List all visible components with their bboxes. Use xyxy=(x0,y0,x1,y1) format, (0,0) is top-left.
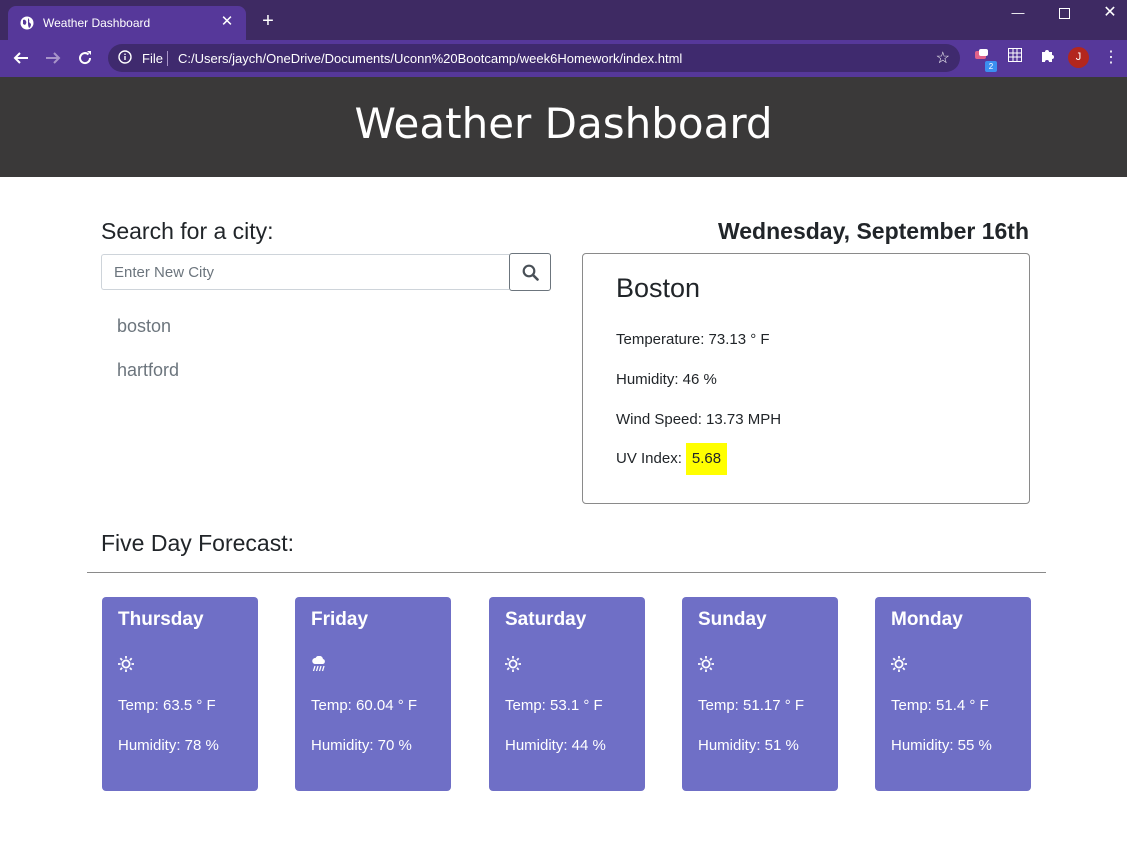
extension-badge: 2 xyxy=(985,61,997,72)
forward-button[interactable] xyxy=(40,45,66,71)
forecast-temp: Temp: 51.17 ° F xyxy=(698,697,805,714)
current-date: Wednesday, September 16th xyxy=(717,218,1029,244)
uv-index-badge: 5.68 xyxy=(685,443,728,475)
maximize-icon xyxy=(1058,8,1070,19)
forecast-card-sunday: Sunday Temp: 51.17 ° F Humidity: 51 % xyxy=(682,597,838,791)
reload-icon xyxy=(79,51,92,65)
back-arrow-icon xyxy=(13,52,28,64)
browser-tab-strip: Weather Dashboard ✕ + — ✕ xyxy=(0,0,1127,40)
rain-icon xyxy=(312,656,325,672)
forecast-divider xyxy=(87,572,1046,573)
forecast-day: Sunday xyxy=(698,609,767,630)
address-bar[interactable]: File C:/Users/jaych/OneDrive/Documents/U… xyxy=(108,44,960,72)
browser-toolbar: File C:/Users/jaych/OneDrive/Documents/U… xyxy=(0,40,1127,77)
forecast-card-monday: Monday Temp: 51.4 ° F Humidity: 55 % xyxy=(875,597,1031,791)
forecast-temp: Temp: 51.4 ° F xyxy=(891,697,989,714)
browser-tab[interactable]: Weather Dashboard ✕ xyxy=(8,6,246,40)
city-search-input[interactable] xyxy=(101,254,509,290)
forecast-day: Friday xyxy=(311,609,369,630)
close-tab-icon[interactable]: ✕ xyxy=(216,11,238,33)
page-header: Weather Dashboard xyxy=(0,77,1127,177)
current-temperature: Temperature: 73.13 ° F xyxy=(616,331,770,348)
new-tab-button[interactable]: + xyxy=(257,10,279,32)
sun-icon xyxy=(891,656,907,672)
profile-avatar[interactable]: J xyxy=(1068,47,1089,68)
forecast-humidity: Humidity: 44 % xyxy=(505,737,606,754)
forecast-temp: Temp: 60.04 ° F xyxy=(311,697,418,714)
forecast-day: Thursday xyxy=(118,609,204,630)
forward-arrow-icon xyxy=(46,52,61,64)
back-button[interactable] xyxy=(8,45,34,71)
maximize-button[interactable] xyxy=(1041,0,1087,28)
browser-menu-icon[interactable]: ⋮ xyxy=(1101,47,1121,69)
sun-icon xyxy=(118,656,134,672)
search-history-item-hartford[interactable]: hartford xyxy=(117,360,179,381)
sun-icon xyxy=(698,656,714,672)
current-wind-speed: Wind Speed: 13.73 MPH xyxy=(616,411,782,428)
current-uv: UV Index: 5.68 xyxy=(616,443,728,475)
uv-label: UV Index: xyxy=(616,449,682,467)
close-window-button[interactable]: ✕ xyxy=(1087,0,1127,28)
forecast-temp: Temp: 53.1 ° F xyxy=(505,697,603,714)
minimize-button[interactable]: — xyxy=(995,0,1041,28)
forecast-humidity: Humidity: 78 % xyxy=(118,737,219,754)
tab-title: Weather Dashboard xyxy=(43,16,151,30)
search-history-item-boston[interactable]: boston xyxy=(117,316,171,337)
puzzle-icon xyxy=(1041,50,1054,62)
extensions-menu-button[interactable] xyxy=(1037,48,1057,68)
search-button[interactable] xyxy=(509,253,551,291)
globe-icon xyxy=(20,16,34,30)
current-humidity: Humidity: 46 % xyxy=(616,371,717,388)
forecast-day: Saturday xyxy=(505,609,587,630)
forecast-humidity: Humidity: 70 % xyxy=(311,737,412,754)
grid-extension-button[interactable] xyxy=(1005,48,1025,68)
extension-icon xyxy=(975,49,988,59)
sun-icon xyxy=(505,656,521,672)
grid-icon xyxy=(1008,48,1022,62)
page-title: Weather Dashboard xyxy=(354,99,773,148)
search-label: Search for a city: xyxy=(101,218,274,244)
forecast-card-saturday: Saturday Temp: 53.1 ° F Humidity: 44 % xyxy=(489,597,645,791)
address-divider xyxy=(167,51,168,66)
forecast-card-friday: Friday Temp: 60.04 ° F Humidity: 70 % xyxy=(295,597,451,791)
forecast-day: Monday xyxy=(891,609,963,630)
bookmark-star-icon[interactable]: ☆ xyxy=(936,48,950,68)
search-icon xyxy=(522,264,539,281)
forecast-title: Five Day Forecast: xyxy=(101,530,294,556)
forecast-humidity: Humidity: 55 % xyxy=(891,737,992,754)
reload-button[interactable] xyxy=(72,45,98,71)
current-city: Boston xyxy=(616,273,701,303)
address-url[interactable]: C:/Users/jaych/OneDrive/Documents/Uconn%… xyxy=(178,51,682,66)
address-scheme: File xyxy=(142,51,163,66)
current-weather-card: Boston Temperature: 73.13 ° F Humidity: … xyxy=(582,253,1030,504)
info-icon[interactable] xyxy=(118,50,132,64)
forecast-humidity: Humidity: 51 % xyxy=(698,737,799,754)
forecast-temp: Temp: 63.5 ° F xyxy=(118,697,216,714)
forecast-card-thursday: Thursday Temp: 63.5 ° F Humidity: 78 % xyxy=(102,597,258,791)
